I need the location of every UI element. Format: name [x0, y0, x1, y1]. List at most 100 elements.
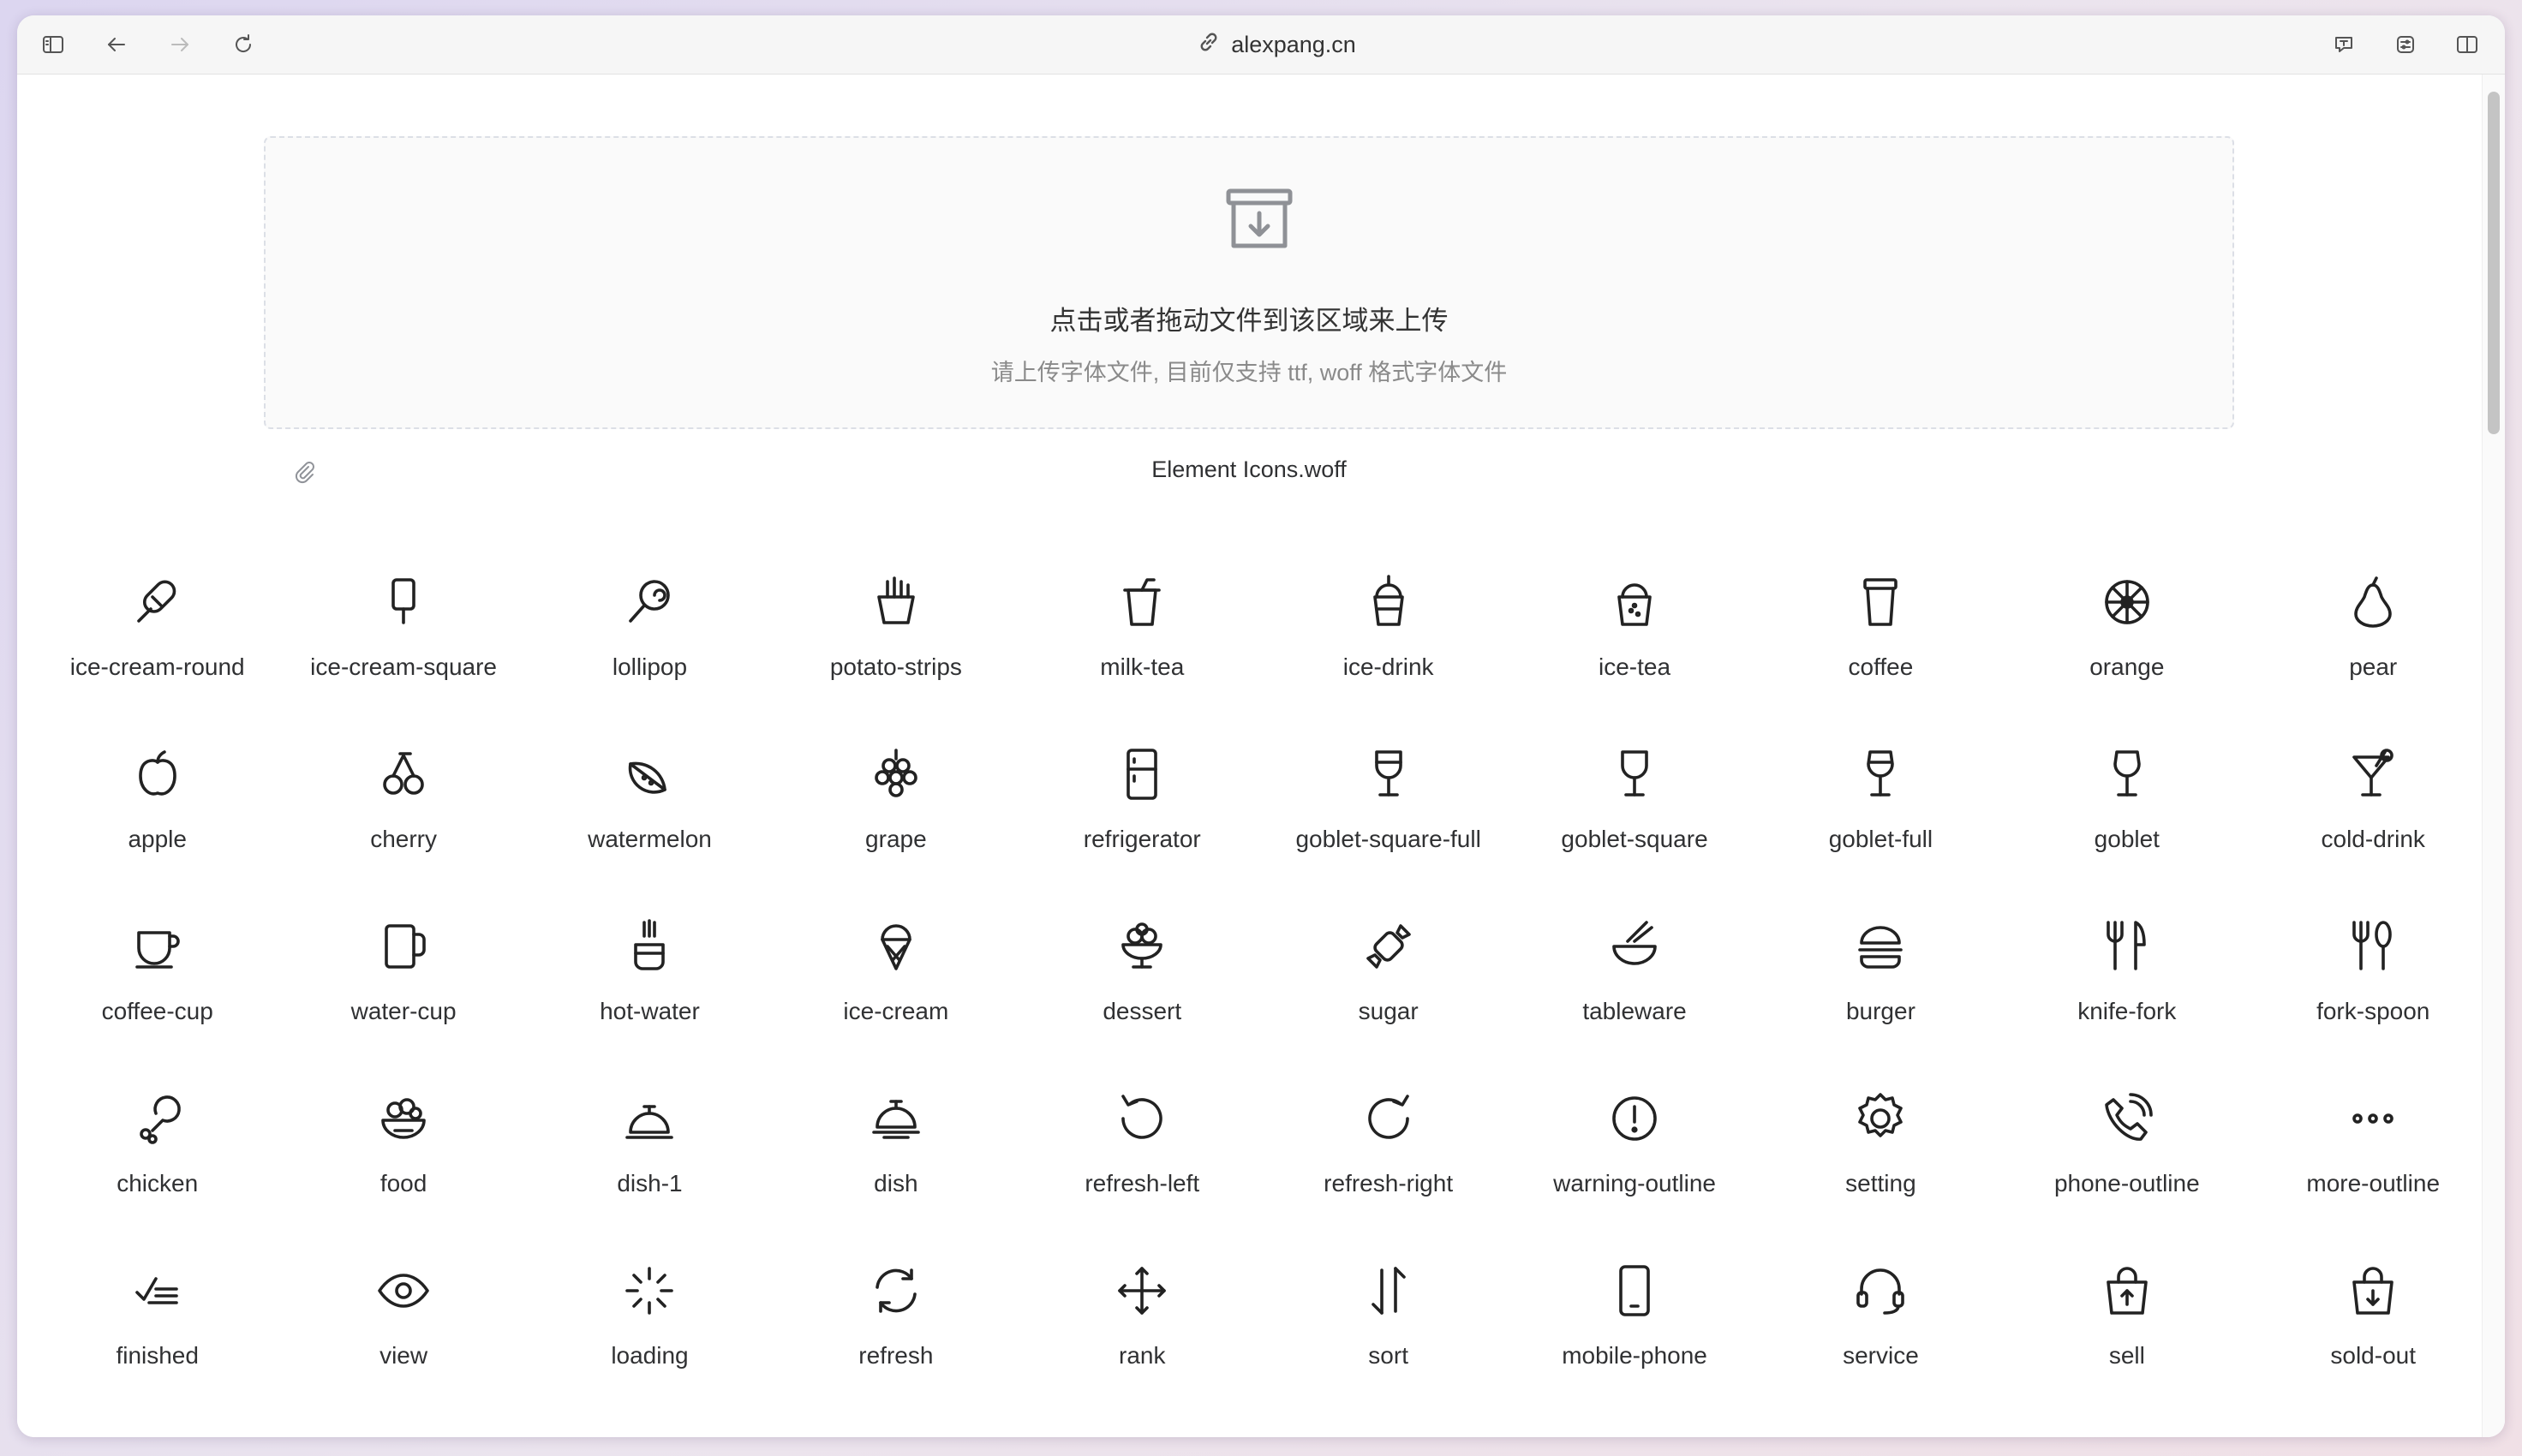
icon-item-sell[interactable]: sell [2004, 1260, 2250, 1432]
icon-item-loading[interactable]: loading [527, 1260, 773, 1432]
icon-item-grape[interactable]: grape [773, 743, 1019, 916]
icon-label: refresh [858, 1342, 934, 1369]
icon-item-hot-water[interactable]: hot-water [527, 916, 773, 1088]
icon-item-finished[interactable]: finished [34, 1260, 280, 1432]
scrollbar-thumb[interactable] [2488, 92, 2500, 434]
icon-item-fork-spoon[interactable]: fork-spoon [2250, 916, 2496, 1088]
icon-item-mobile-phone[interactable]: mobile-phone [1511, 1260, 1757, 1432]
split-view-icon[interactable] [2450, 27, 2484, 62]
icon-item-watermelon[interactable]: watermelon [527, 743, 773, 916]
icon-item-potato-strips[interactable]: potato-strips [773, 571, 1019, 743]
loading-icon [619, 1260, 680, 1322]
icon-label: water-cup [350, 998, 457, 1024]
icon-item-view[interactable]: view [280, 1260, 526, 1432]
icon-grid: ice-cream-round ice-cream-square lollipop p… [34, 571, 2501, 1432]
goblet-icon [2096, 743, 2158, 805]
icon-item-burger[interactable]: burger [1758, 916, 2004, 1088]
icon-item-goblet-full[interactable]: goblet-full [1758, 743, 2004, 916]
icon-item-cold-drink[interactable]: cold-drink [2250, 743, 2496, 916]
icon-item-chicken[interactable]: chicken [34, 1088, 280, 1260]
translate-icon[interactable] [2327, 27, 2361, 62]
icon-label: more-outline [2306, 1170, 2441, 1196]
icon-item-service[interactable]: service [1758, 1260, 2004, 1432]
icon-item-dish[interactable]: dish [773, 1088, 1019, 1260]
back-arrow-icon[interactable] [99, 27, 134, 62]
icon-item-dish-1[interactable]: dish-1 [527, 1088, 773, 1260]
icon-item-pear[interactable]: pear [2250, 571, 2496, 743]
scrollbar[interactable] [2482, 75, 2505, 1437]
icon-item-ice-cream[interactable]: ice-cream [773, 916, 1019, 1088]
icon-label: apple [128, 826, 187, 852]
icon-label: warning-outline [1553, 1170, 1716, 1196]
icon-label: service [1843, 1342, 1919, 1369]
icon-item-orange[interactable]: orange [2004, 571, 2250, 743]
icon-label: goblet [2094, 826, 2160, 852]
icon-item-sold-out[interactable]: sold-out [2250, 1260, 2496, 1432]
icon-label: potato-strips [829, 653, 962, 680]
icon-item-cherry[interactable]: cherry [280, 743, 526, 916]
icon-item-tableware[interactable]: tableware [1511, 916, 1757, 1088]
rank-icon [1111, 1260, 1173, 1322]
icon-label: ice-cream [843, 998, 949, 1024]
icon-item-refresh-right[interactable]: refresh-right [1265, 1088, 1511, 1260]
icon-item-coffee-cup[interactable]: coffee-cup [34, 916, 280, 1088]
forward-arrow-icon[interactable] [163, 27, 197, 62]
water-cup-icon [373, 916, 434, 977]
icon-item-ice-tea[interactable]: ice-tea [1511, 571, 1757, 743]
icon-label: knife-fork [2077, 998, 2177, 1024]
service-icon [1850, 1260, 1911, 1322]
address-bar[interactable]: alexpang.cn [1148, 26, 1405, 63]
icon-label: ice-cream-square [310, 653, 498, 680]
sidebar-toggle-icon[interactable] [36, 27, 70, 62]
icon-item-dessert[interactable]: dessert [1019, 916, 1265, 1088]
icon-label: setting [1845, 1170, 1916, 1196]
burger-icon [1850, 916, 1911, 977]
icon-label: ice-drink [1342, 653, 1434, 680]
icon-item-water-cup[interactable]: water-cup [280, 916, 526, 1088]
upload-title: 点击或者拖动文件到该区域来上传 [1049, 306, 1449, 336]
icon-label: burger [1845, 998, 1915, 1024]
ice-cream-round-icon [127, 571, 188, 633]
icon-item-setting[interactable]: setting [1758, 1088, 2004, 1260]
icon-item-goblet-square-full[interactable]: goblet-square-full [1265, 743, 1511, 916]
icon-item-knife-fork[interactable]: knife-fork [2004, 916, 2250, 1088]
upload-dropzone[interactable]: 点击或者拖动文件到该区域来上传 请上传字体文件, 目前仅支持 ttf, woff… [264, 136, 2234, 429]
dish-1-icon [619, 1088, 680, 1149]
icon-item-milk-tea[interactable]: milk-tea [1019, 571, 1265, 743]
icon-item-goblet[interactable]: goblet [2004, 743, 2250, 916]
view-icon [373, 1260, 434, 1322]
icon-item-ice-cream-round[interactable]: ice-cream-round [34, 571, 280, 743]
refresh-left-icon [1111, 1088, 1173, 1149]
warning-outline-icon [1604, 1088, 1665, 1149]
ice-cream-icon [865, 916, 927, 977]
icon-label: dessert [1103, 998, 1182, 1024]
reload-icon[interactable] [226, 27, 260, 62]
icon-item-rank[interactable]: rank [1019, 1260, 1265, 1432]
coffee-cup-icon [127, 916, 188, 977]
icon-item-goblet-square[interactable]: goblet-square [1511, 743, 1757, 916]
cold-drink-icon [2342, 743, 2404, 805]
icon-label: lollipop [612, 653, 688, 680]
uploaded-file-item[interactable]: Element Icons.woff [264, 450, 2234, 492]
ice-tea-icon [1604, 571, 1665, 633]
icon-label: goblet-full [1828, 826, 1933, 852]
sold-out-icon [2342, 1260, 2404, 1322]
extension-icon[interactable] [2388, 27, 2423, 62]
icon-item-coffee[interactable]: coffee [1758, 571, 2004, 743]
icon-item-warning-outline[interactable]: warning-outline [1511, 1088, 1757, 1260]
icon-item-more-outline[interactable]: more-outline [2250, 1088, 2496, 1260]
icon-item-lollipop[interactable]: lollipop [527, 571, 773, 743]
icon-item-ice-drink[interactable]: ice-drink [1265, 571, 1511, 743]
icon-item-phone-outline[interactable]: phone-outline [2004, 1088, 2250, 1260]
browser-window: alexpang.cn 点击或者拖动文件到该区域来上传 请上传字体文件, 目前仅… [17, 15, 2505, 1437]
icon-item-apple[interactable]: apple [34, 743, 280, 916]
icon-item-ice-cream-square[interactable]: ice-cream-square [280, 571, 526, 743]
icon-item-refresh-left[interactable]: refresh-left [1019, 1088, 1265, 1260]
icon-item-sugar[interactable]: sugar [1265, 916, 1511, 1088]
icon-item-refrigerator[interactable]: refrigerator [1019, 743, 1265, 916]
icon-label: refrigerator [1083, 826, 1201, 852]
icon-item-food[interactable]: food [280, 1088, 526, 1260]
icon-item-sort[interactable]: sort [1265, 1260, 1511, 1432]
pear-icon [2342, 571, 2404, 633]
icon-item-refresh[interactable]: refresh [773, 1260, 1019, 1432]
